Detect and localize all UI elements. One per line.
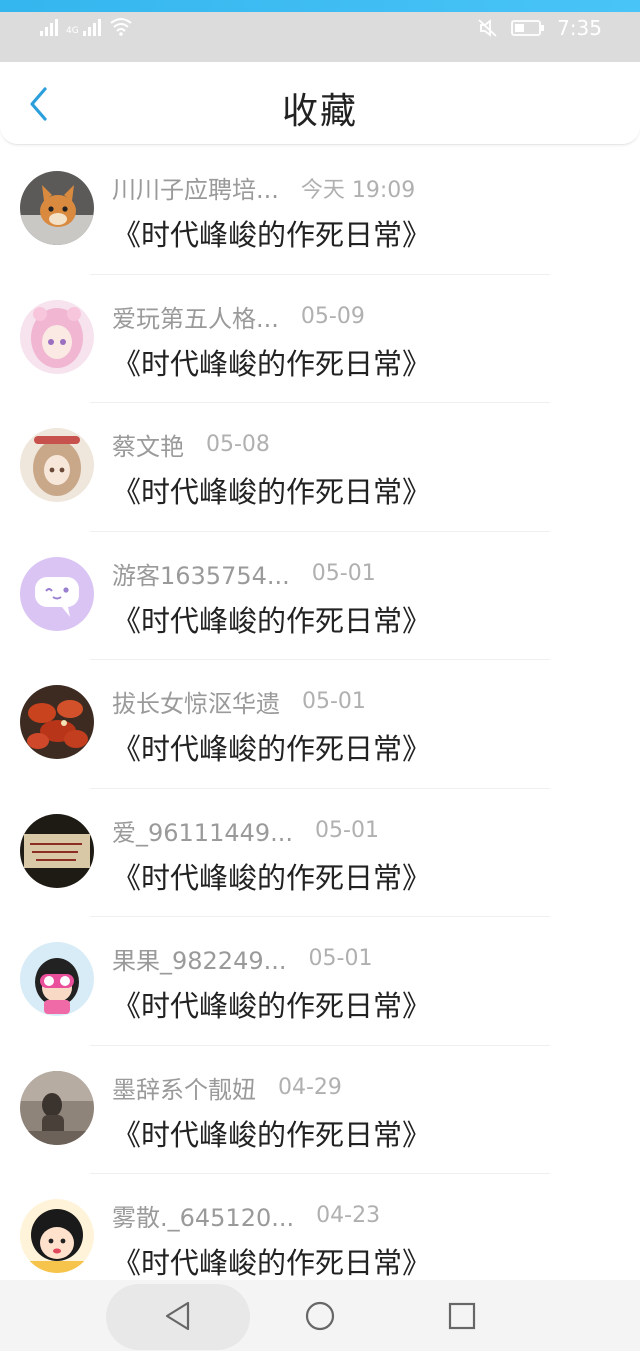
list-item[interactable]: 拔长女惊沤华遗 05-01 《时代峰峻的作死日常》 [0, 660, 640, 789]
list-item[interactable]: 果果_982249... 05-01 《时代峰峻的作死日常》 [0, 917, 640, 1046]
username: 爱玩第五人格... [112, 304, 279, 333]
cartoon-girl-avatar[interactable] [20, 942, 94, 1016]
favorite-title[interactable]: 《时代峰峻的作死日常》 [112, 726, 431, 768]
back-nav-button[interactable] [156, 1294, 200, 1338]
square-recents-icon [448, 1302, 476, 1330]
favorite-title[interactable]: 《时代峰峻的作死日常》 [112, 341, 431, 383]
page-title: 收藏 [281, 91, 358, 132]
favorite-title[interactable]: 《时代峰峻的作死日常》 [112, 1112, 431, 1154]
list-item[interactable]: 蔡文艳 05-08 《时代峰峻的作死日常》 [0, 403, 640, 532]
username: 墨辞系个靓妞 [112, 1075, 256, 1104]
favorite-title[interactable]: 《时代峰峻的作死日常》 [112, 212, 431, 254]
list-item[interactable]: 爱_96111449... 05-01 《时代峰峻的作死日常》 [0, 789, 640, 917]
username: 拔长女惊沤华遗 [112, 690, 280, 718]
chat-bubble-avatar[interactable] [20, 556, 94, 631]
username: 爱_96111449... [112, 818, 294, 847]
date: 04-29 [278, 1074, 342, 1100]
circle-home-icon [305, 1301, 335, 1331]
favorite-title[interactable]: 《时代峰峻的作死日常》 [112, 855, 431, 897]
header-bar: 收藏 [0, 62, 640, 145]
signal-4g-icon [82, 18, 101, 36]
favorite-title[interactable]: 《时代峰峻的作死日常》 [112, 983, 431, 1025]
photo-avatar[interactable] [20, 1070, 94, 1145]
status-bar: 4G 7:35 [0, 12, 640, 62]
date: 05-01 [302, 689, 366, 714]
list-item[interactable]: 墨辞系个靓妞 04-29 《时代峰峻的作死日常》 [0, 1046, 640, 1174]
favorite-title[interactable]: 《时代峰峻的作死日常》 [112, 1240, 431, 1282]
battery-icon [511, 20, 545, 36]
username: 蔡文艳 [112, 433, 184, 461]
cartoon-face-avatar[interactable] [20, 1199, 94, 1273]
list-item[interactable]: 川川子应聘培... 今天 19:09 《时代峰峻的作死日常》 [0, 146, 640, 275]
signal-icon [40, 18, 58, 36]
date: 05-08 [206, 432, 270, 457]
date: 今天 19:09 [300, 177, 416, 203]
network-label: 4G [66, 26, 79, 36]
favorite-title[interactable]: 《时代峰峻的作死日常》 [112, 469, 431, 511]
wifi-icon [110, 18, 132, 36]
date: 05-01 [311, 560, 376, 586]
dark-text-avatar[interactable] [20, 813, 94, 888]
cat-avatar[interactable] [20, 171, 94, 245]
system-nav-bar [0, 1280, 640, 1351]
home-nav-button[interactable] [298, 1294, 342, 1338]
favorites-list: 川川子应聘培... 今天 19:09 《时代峰峻的作死日常》 爱玩第五人格...… [0, 146, 640, 1303]
triangle-back-icon [165, 1301, 190, 1331]
recents-nav-button[interactable] [440, 1294, 484, 1338]
username: 游客1635754... [112, 561, 290, 590]
date: 05-01 [308, 946, 373, 971]
mute-icon [478, 19, 497, 37]
list-item[interactable]: 游客1635754... 05-01 《时代峰峻的作死日常》 [0, 532, 640, 660]
favorite-title[interactable]: 《时代峰峻的作死日常》 [112, 598, 431, 640]
username: 雾散._645120... [112, 1204, 295, 1232]
username: 果果_982249... [112, 947, 287, 975]
date: 05-01 [315, 817, 379, 843]
clock-time: 7:35 [557, 16, 602, 40]
date: 04-23 [316, 1203, 381, 1228]
top-accent-strip [0, 0, 640, 12]
crayfish-avatar[interactable] [20, 685, 94, 759]
username: 川川子应聘培... [112, 176, 279, 204]
list-item[interactable]: 爱玩第五人格... 05-09 《时代峰峻的作死日常》 [0, 275, 640, 403]
date: 05-09 [300, 303, 365, 329]
anime-girl-avatar[interactable] [20, 428, 94, 502]
anime-pink-avatar[interactable] [20, 299, 94, 374]
